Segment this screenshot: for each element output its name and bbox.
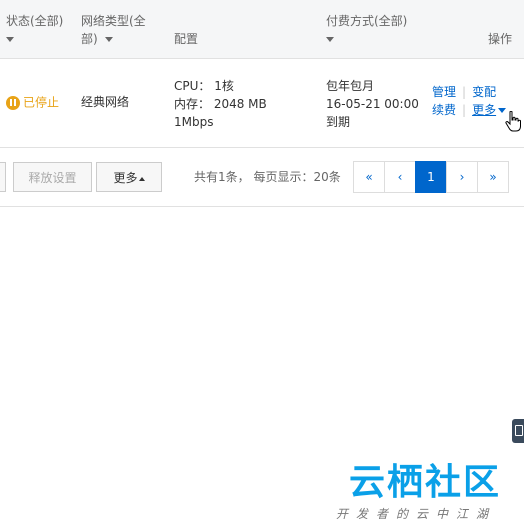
status-text: 已停止 — [23, 95, 60, 110]
divider: | — [462, 85, 467, 99]
payment-filter-header[interactable]: 付费方式(全部) — [326, 12, 407, 48]
chevron-down-icon — [104, 37, 113, 42]
network-type-filter-header[interactable]: 网络类型(全 部) — [81, 12, 146, 48]
more-batch-label: 更多 — [113, 171, 138, 185]
pay-type-value: 包年包月 — [326, 79, 375, 93]
chevron-down-icon — [326, 37, 334, 42]
expire-suffix: 到期 — [326, 115, 351, 129]
prev-page-button[interactable]: ‹ — [384, 161, 416, 193]
payment-cell: 包年包月 16-05-21 00:00 到期 — [326, 77, 419, 131]
manage-link[interactable]: 管理 — [432, 85, 456, 99]
more-batch-button[interactable]: 更多 — [96, 162, 162, 192]
feedback-tab[interactable] — [512, 419, 524, 443]
network-header-label-2: 部) — [81, 32, 98, 46]
payment-header-label: 付费方式(全部) — [326, 14, 408, 28]
network-type-cell: 经典网络 — [81, 95, 130, 109]
release-settings-button[interactable]: 释放设置 — [13, 162, 92, 192]
change-config-link[interactable]: 变配 — [472, 85, 496, 99]
more-actions-label: 更多 — [472, 103, 497, 117]
table-header: 状态(全部) 网络类型(全 部) 配置 付费方式(全部) 操作 — [0, 0, 524, 59]
renew-link[interactable]: 续费 — [432, 103, 456, 117]
memory-value: 内存： 2048 MB — [174, 97, 267, 111]
table-footer: 释放设置 更多 共有1条， 每页显示：20条 « ‹ 1 › » — [0, 148, 524, 206]
status-cell: 已停止 — [6, 93, 59, 112]
instance-table-panel: 状态(全部) 网络类型(全 部) 配置 付费方式(全部) 操作 已停止 经典网络… — [0, 0, 524, 207]
expire-date-value: 16-05-21 00:00 — [326, 97, 419, 111]
chevron-down-icon — [6, 37, 14, 42]
table-row: 已停止 经典网络 CPU： 1核 内存： 2048 MB 1Mbps 包年包月 … — [0, 59, 524, 148]
pagination-summary: 共有1条， 每页显示：20条 — [194, 170, 341, 184]
first-page-button[interactable]: « — [353, 161, 385, 193]
page-1-button[interactable]: 1 — [415, 161, 447, 193]
more-actions-link[interactable]: 更多 — [472, 103, 507, 117]
next-page-button[interactable]: › — [446, 161, 478, 193]
watermark-slogan: 开发者的云中江湖 — [336, 507, 497, 521]
last-page-button[interactable]: » — [477, 161, 509, 193]
config-header: 配置 — [174, 32, 199, 46]
status-header-label: 状态(全部) — [6, 14, 64, 28]
watermark-logo: 云栖社区 — [349, 462, 502, 503]
network-header-label-1: 网络类型(全 — [81, 14, 146, 28]
divider: | — [462, 103, 467, 117]
config-cell: CPU： 1核 内存： 2048 MB 1Mbps — [174, 77, 267, 131]
cpu-value: CPU： 1核 — [174, 79, 234, 93]
pause-icon — [6, 95, 20, 110]
pagination: « ‹ 1 › » — [353, 161, 509, 193]
action-cell: 管理 | 变配 续费 | 更多 — [432, 83, 507, 119]
status-filter-header[interactable]: 状态(全部) — [6, 12, 63, 48]
action-header: 操作 — [488, 32, 513, 46]
partial-button[interactable] — [0, 162, 6, 192]
chat-icon — [515, 425, 523, 436]
chevron-up-icon — [138, 176, 145, 181]
hand-cursor-icon — [505, 111, 521, 132]
bandwidth-value: 1Mbps — [174, 115, 214, 129]
